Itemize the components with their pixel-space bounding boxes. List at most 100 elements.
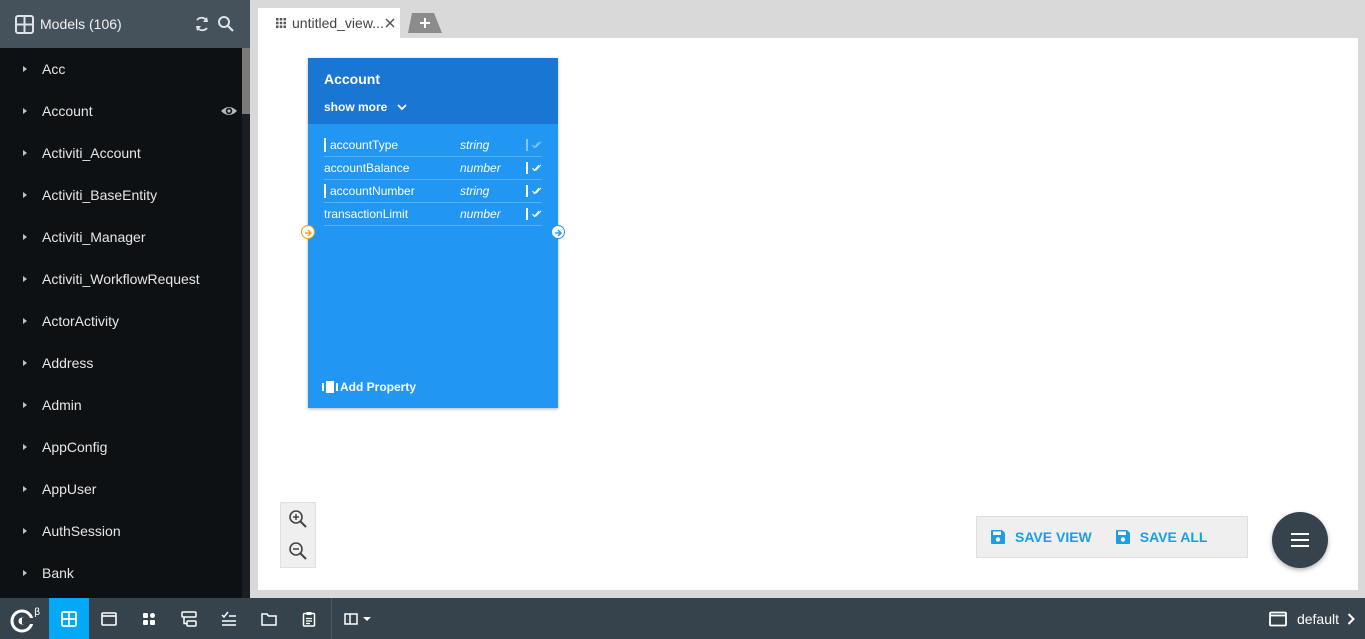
zoom-out-button[interactable] [281,535,315,567]
property-list: accountType string accountBalance number acc… [324,134,542,226]
view-tabbar: untitled_view... [250,0,1365,38]
table-grid-icon [15,14,34,34]
zoom-out-icon [289,542,307,560]
property-row[interactable]: accountBalance number [324,157,542,180]
required-marker [324,138,326,152]
model-list-item[interactable]: Activiti_Account [0,132,242,174]
flows-button[interactable] [169,598,209,639]
add-property-button[interactable]: Add Property [322,380,416,394]
property-name: accountType [330,138,399,152]
show-more-toggle[interactable]: show more [324,100,542,114]
model-name: Activiti_Manager [42,229,146,245]
model-name: Activiti_WorkflowRequest [42,271,200,287]
model-list-item[interactable]: AppConfig [0,426,242,468]
property-row[interactable]: accountNumber string [324,180,542,203]
save-all-button[interactable]: SAVE ALL [1115,529,1207,545]
double-check-icon[interactable] [532,164,542,172]
components-button[interactable] [129,598,169,639]
chevron-down-icon [397,103,407,110]
model-card-account[interactable]: Account show more accountType string accou… [301,58,565,408]
clipboard-button[interactable] [289,598,329,639]
sidebar-scroll-thumb[interactable] [242,48,250,114]
chevron-right-icon [1347,612,1355,625]
model-name: Activiti_Account [42,145,141,161]
sidebar-header: Models (106) [0,0,250,48]
double-check-icon[interactable] [532,210,542,218]
toolbar-divider [331,598,332,639]
model-list-item[interactable]: Acc [0,48,242,90]
model-name: AppUser [42,481,97,497]
model-name: Account [42,103,93,119]
diagram-canvas[interactable]: Account show more accountType string accou… [258,38,1358,590]
model-list-item[interactable]: Bank [0,552,242,594]
output-port[interactable] [551,225,565,239]
caret-right-icon [23,192,27,198]
model-list-item[interactable]: Address [0,342,242,384]
model-list-item[interactable]: AuthSession [0,510,242,552]
model-list-item[interactable]: Activiti_BaseEntity [0,174,242,216]
caret-right-icon [23,150,27,156]
sidebar-scrollbar[interactable] [242,48,250,598]
property-row[interactable]: accountType string [324,134,542,157]
add-property-icon [322,381,338,393]
layout-dropdown[interactable] [344,612,372,625]
property-flag [526,139,528,151]
bottom-toolbar: β default [0,598,1365,639]
caret-right-icon [23,276,27,282]
save-view-label: SAVE VIEW [1015,529,1092,545]
checklist-button[interactable] [209,598,249,639]
property-flag [526,208,528,220]
add-tab-button[interactable] [408,13,442,33]
window-icon [101,611,117,626]
floppy-disk-icon [1115,530,1130,544]
workspace-selector[interactable]: default [1269,598,1355,639]
model-name: AppConfig [42,439,108,455]
caret-right-icon [23,444,27,450]
tab-untitled-view[interactable]: untitled_view... [258,8,400,38]
model-list-item[interactable]: Activiti_Manager [0,216,242,258]
folder-icon [261,612,277,626]
property-name: transactionLimit [324,207,409,221]
caret-right-icon [23,234,27,240]
model-card-title: Account [324,71,380,87]
zoom-controls [280,502,316,568]
search-icon[interactable] [217,15,235,33]
add-property-label: Add Property [340,380,417,394]
window-view-button[interactable] [89,598,129,639]
main-menu-fab[interactable] [1272,512,1328,568]
hamburger-menu-icon [1291,533,1309,547]
caret-right-icon [23,570,27,576]
property-type: number [460,207,501,221]
required-marker [324,184,326,198]
close-tab-icon[interactable] [384,17,396,29]
components-icon [143,612,155,625]
caret-right-icon [23,66,27,72]
model-list-item[interactable]: ActorActivity [0,300,242,342]
eye-icon[interactable] [220,103,238,119]
double-check-icon[interactable] [532,187,542,195]
files-button[interactable] [249,598,289,639]
model-list-item[interactable]: Account [0,90,242,132]
input-port[interactable] [301,225,315,239]
arrow-right-icon [555,229,562,237]
refresh-icon[interactable] [193,15,211,33]
floppy-disk-icon [991,530,1005,544]
property-row[interactable]: transactionLimit number [324,203,542,226]
model-list-item[interactable]: Activiti_WorkflowRequest [0,258,242,300]
property-type: string [460,138,490,152]
zoom-in-button[interactable] [281,503,315,535]
model-name: Acc [42,61,66,77]
show-more-label: show more [324,100,388,114]
property-flag [526,162,528,174]
double-check-icon[interactable] [532,141,542,149]
model-list: Acc Account Activiti_Account Activiti_BaseE… [0,48,242,598]
model-name: AuthSession [42,523,121,539]
models-view-button[interactable] [49,598,89,639]
window-icon [1269,611,1287,626]
model-list-item[interactable]: AppUser [0,468,242,510]
property-name: accountNumber [330,184,415,198]
model-list-item[interactable]: Admin [0,384,242,426]
property-type: string [460,184,490,198]
caret-right-icon [23,402,27,408]
save-view-button[interactable]: SAVE VIEW [991,529,1092,545]
